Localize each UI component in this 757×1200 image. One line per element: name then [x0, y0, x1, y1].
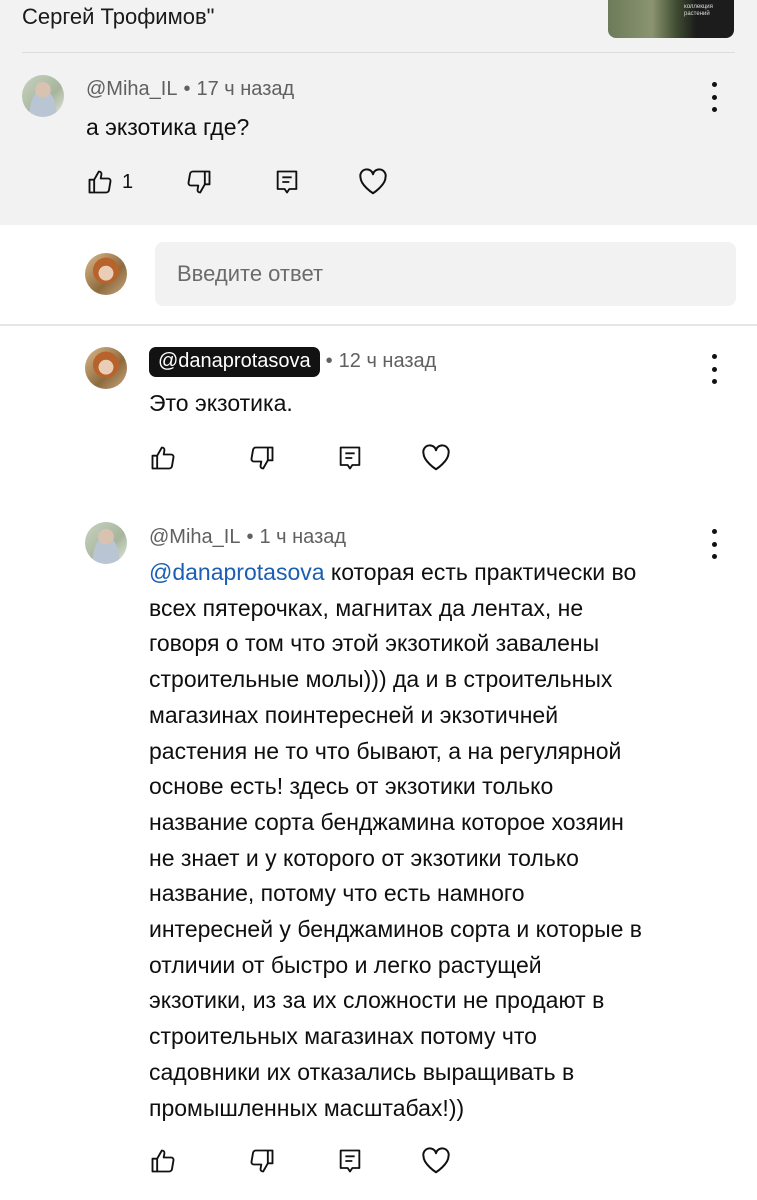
- dislike-button[interactable]: [248, 444, 276, 472]
- comment-text: @danaprotasova которая есть практически …: [149, 555, 729, 1126]
- like-count: 1: [122, 170, 134, 193]
- comment-line: @danaprotasova которая есть практически …: [149, 559, 637, 585]
- comment-author[interactable]: @Miha_IL: [149, 526, 240, 548]
- comment-line: название сорта бенджамина которое хозяин: [149, 808, 624, 835]
- thumb-down-icon: [187, 170, 211, 194]
- comment-time: 12 ч назад: [338, 350, 437, 372]
- author-badge[interactable]: @danaprotasova: [149, 347, 320, 377]
- reply-icon: [339, 446, 361, 470]
- comment-line: основе есть! здесь от экзотики только: [149, 773, 554, 800]
- heart-button[interactable]: [421, 1147, 451, 1175]
- comment-text: а экзотика где?: [86, 114, 250, 140]
- reply-input[interactable]: [155, 242, 736, 306]
- thumb-up-icon: [151, 446, 175, 470]
- comment-line: экзотики, из за их сложности не продают …: [149, 987, 605, 1014]
- like-button[interactable]: [149, 444, 177, 472]
- avatar[interactable]: [85, 347, 127, 389]
- dislike-button[interactable]: [248, 1147, 276, 1175]
- more-vert-icon[interactable]: [704, 82, 724, 112]
- thumb-down-icon: [250, 1149, 274, 1173]
- reply-input-box[interactable]: [155, 242, 736, 306]
- comment-meta: @Miha_IL • 17 ч назад: [86, 78, 294, 101]
- previous-comment-author: Сергей Трофимов": [22, 4, 215, 29]
- like-button[interactable]: 1: [86, 168, 133, 196]
- current-user-avatar: [85, 253, 127, 295]
- meta-separator: •: [325, 350, 333, 372]
- thumbnail-caption: коллекция растений: [684, 4, 713, 17]
- comment-line: магазинах поинтересней и экзотичней: [149, 701, 559, 728]
- reply-button[interactable]: [273, 168, 301, 196]
- comment-time: 1 ч назад: [259, 526, 347, 548]
- video-thumbnail[interactable]: коллекция растений: [608, 0, 734, 38]
- reply-icon: [276, 170, 298, 194]
- heart-button[interactable]: [421, 444, 451, 472]
- comment-line: садовники их отказались выращивать в: [149, 1058, 575, 1085]
- reply-icon: [339, 1149, 361, 1173]
- more-vert-icon[interactable]: [704, 354, 724, 384]
- heart-icon: [422, 1147, 450, 1174]
- comment-meta: @Miha_IL • 1 ч назад: [149, 526, 346, 549]
- comment-line: всех пятерочках, магнитах да лентах, не: [149, 594, 584, 621]
- like-button[interactable]: [149, 1147, 177, 1175]
- comment-meta: @danaprotasova • 12 ч назад: [149, 347, 436, 377]
- comment-line: строительных магазинах потому что: [149, 1023, 537, 1050]
- comment-line: строительные молы))) да и в строительных: [149, 666, 613, 693]
- reply-button[interactable]: [336, 444, 364, 472]
- thumb-up-icon: [88, 170, 112, 194]
- heart-icon: [422, 444, 450, 471]
- reply-button[interactable]: [336, 1147, 364, 1175]
- highlighted-comment-section: Сергей Трофимов" коллекция растений @Mih…: [0, 0, 757, 225]
- dislike-button[interactable]: [185, 168, 213, 196]
- divider: [22, 52, 735, 53]
- comment-line: не знает и у которого от экзотики только: [149, 844, 579, 871]
- comment-line: название, потому что есть намного: [149, 880, 525, 907]
- comment-line: говоря о том что этой экзотикой завалены: [149, 630, 600, 657]
- comment-line: промышленных масштабах!)): [149, 1094, 465, 1121]
- heart-button[interactable]: [358, 168, 388, 196]
- avatar[interactable]: [85, 522, 127, 564]
- comment-line: растения не то что бывают, а на регулярн…: [149, 737, 622, 764]
- mention-link[interactable]: @danaprotasova: [149, 559, 325, 585]
- comment-line: интересней у бенджаминов сорта и которые…: [149, 916, 643, 943]
- comment-time: 17 ч назад: [196, 78, 295, 100]
- avatar[interactable]: [22, 75, 64, 117]
- meta-separator: •: [246, 526, 254, 548]
- comment-text: Это экзотика.: [149, 390, 293, 416]
- meta-separator: •: [183, 78, 191, 100]
- thumb-up-icon: [151, 1149, 175, 1173]
- thumb-down-icon: [250, 446, 274, 470]
- heart-icon: [359, 168, 387, 195]
- divider: [0, 324, 757, 326]
- comment-author[interactable]: @Miha_IL: [86, 78, 177, 100]
- comment-line: отличии от быстро и легко растущей: [149, 951, 542, 978]
